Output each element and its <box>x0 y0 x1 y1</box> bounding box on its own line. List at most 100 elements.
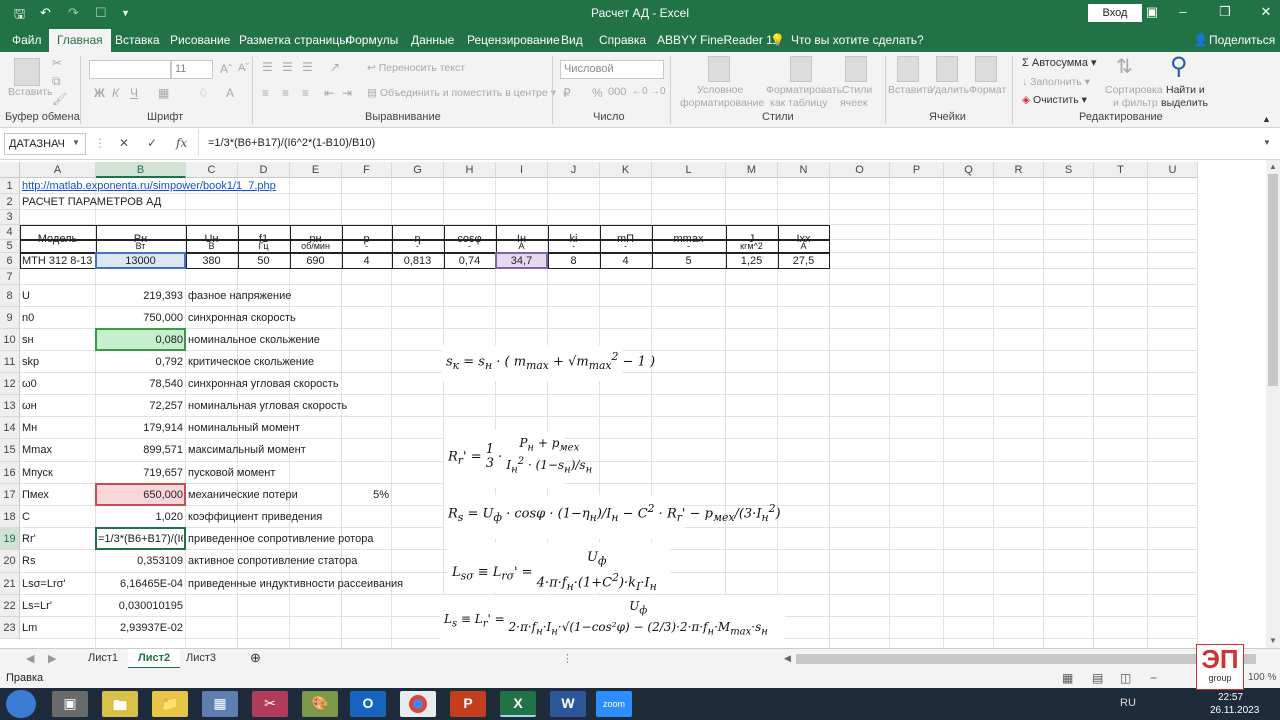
align-middle-icon[interactable]: ☰ <box>282 60 293 74</box>
cell-b8[interactable]: 219,393 <box>98 285 183 307</box>
cell-c8[interactable]: фазное напряжение <box>188 285 503 307</box>
tab-file[interactable]: Файл <box>12 33 42 47</box>
row-header-8[interactable]: 8 <box>0 285 20 307</box>
row-header-11[interactable]: 11 <box>0 351 20 373</box>
language-indicator[interactable]: RU <box>1120 697 1136 709</box>
delete-cells-icon[interactable] <box>936 56 958 82</box>
cell-i5[interactable]: А <box>498 240 545 253</box>
decrease-indent-icon[interactable]: ⇤ <box>324 86 334 100</box>
zoom-level[interactable]: 100 % <box>1248 672 1276 683</box>
format-table-line1[interactable]: Форматировать <box>766 84 842 96</box>
cell-d5[interactable]: Гц <box>240 240 287 253</box>
cell-b22[interactable]: 0,030010195 <box>98 595 183 617</box>
paste-button[interactable]: Вставить <box>8 86 53 98</box>
row-header-5[interactable]: 5 <box>0 240 20 253</box>
column-header-m[interactable]: M <box>726 162 778 178</box>
cond-format-line2[interactable]: форматирование <box>680 97 764 109</box>
merge-center-button[interactable]: ▤ Объединить и поместить в центре ▾ <box>367 87 556 99</box>
row-header-6[interactable]: 6 <box>0 253 20 269</box>
cell-k6[interactable]: 4 <box>602 253 649 269</box>
cell-styles-icon[interactable] <box>845 56 867 82</box>
taskbar-app-6[interactable]: 🎨 <box>302 691 338 717</box>
taskbar-excel[interactable]: X <box>500 691 536 717</box>
cell-a23[interactable]: Lm <box>22 617 93 639</box>
italic-icon[interactable]: К <box>112 86 119 100</box>
taskbar-app-4[interactable]: ▦ <box>202 691 238 717</box>
paste-icon[interactable] <box>14 58 40 86</box>
cell-c9[interactable]: синхронная скорость <box>188 307 503 329</box>
sort-filter-icon[interactable]: ⇅ <box>1116 54 1133 79</box>
format-as-table-icon[interactable] <box>790 56 812 82</box>
underline-icon[interactable]: Ч <box>130 86 138 100</box>
column-header-j[interactable]: J <box>548 162 600 178</box>
row-header-20[interactable]: 20 <box>0 550 20 573</box>
column-header-o[interactable]: O <box>830 162 890 178</box>
decrease-decimal-icon[interactable]: →0 <box>650 86 666 97</box>
cell-a13[interactable]: ωн <box>22 395 93 417</box>
cell-b12[interactable]: 78,540 <box>98 373 183 395</box>
cell-b15[interactable]: 899,571 <box>98 439 183 462</box>
cell-a14[interactable]: Mн <box>22 417 93 439</box>
cell-styles-line1[interactable]: Стили <box>842 84 872 96</box>
cell-b11[interactable]: 0,792 <box>98 351 183 373</box>
cell-f5[interactable]: - <box>344 240 389 253</box>
horizontal-scroll-thumb[interactable] <box>796 654 1256 664</box>
column-header-r[interactable]: R <box>994 162 1044 178</box>
column-header-s[interactable]: S <box>1044 162 1094 178</box>
tab-split-icon[interactable]: ⋮ <box>562 652 573 665</box>
column-header-d[interactable]: D <box>238 162 290 178</box>
borders-icon[interactable]: ▦ <box>158 86 169 100</box>
increase-decimal-icon[interactable]: ←0 <box>632 86 648 97</box>
row-header-1[interactable]: 1 <box>0 178 20 194</box>
cell-a18[interactable]: C <box>22 506 93 528</box>
cell-m5[interactable]: кгм^2 <box>728 240 775 253</box>
cell-j6[interactable]: 8 <box>550 253 597 269</box>
cell-a22[interactable]: Ls=Lr' <box>22 595 93 617</box>
hyperlink-cell[interactable]: http://matlab.exponenta.ru/simpower/book… <box>22 178 417 194</box>
format-table-line2[interactable]: как таблицу <box>770 97 828 109</box>
tab-abbyy[interactable]: ABBYY FineReader 11 <box>657 33 779 47</box>
column-header-i[interactable]: I <box>496 162 548 178</box>
font-size-box[interactable]: 11 <box>171 60 213 79</box>
cell-a17[interactable]: Пмех <box>22 484 93 506</box>
sheet-prev-icon[interactable]: ◀ <box>26 652 34 665</box>
cell-h5[interactable]: - <box>446 240 493 253</box>
cell-g6[interactable]: 0,813 <box>394 253 441 269</box>
start-button[interactable] <box>6 690 36 718</box>
page-break-icon[interactable]: ◫ <box>1120 671 1131 685</box>
clock-date[interactable]: 26.11.2023 <box>1210 705 1259 716</box>
cancel-icon[interactable]: ✕ <box>119 136 129 150</box>
sheet-tab-3[interactable]: Лист3 <box>186 652 216 664</box>
cell-c10[interactable]: номинальное скольжение <box>188 329 503 351</box>
cell-a6[interactable]: МТН 312 8-13 <box>22 253 93 269</box>
cell-b21[interactable]: 6,16465E-04 <box>98 573 183 595</box>
cell-m6[interactable]: 1,25 <box>728 253 775 269</box>
copy-icon[interactable]: ⧉ <box>52 74 61 89</box>
row-header-15[interactable]: 15 <box>0 439 20 462</box>
cell-b5[interactable]: Вт <box>98 240 183 253</box>
column-header-l[interactable]: L <box>652 162 726 178</box>
cell-c19[interactable]: приведенное сопротивление ротора <box>188 528 503 550</box>
cell-a8[interactable]: U <box>22 285 93 307</box>
cell-d6[interactable]: 50 <box>240 253 287 269</box>
row-header-9[interactable]: 9 <box>0 307 20 329</box>
row-header-16[interactable]: 16 <box>0 462 20 484</box>
cell-b6[interactable]: 13000 <box>98 253 183 269</box>
cell-b18[interactable]: 1,020 <box>98 506 183 528</box>
tab-data[interactable]: Данные <box>411 33 454 47</box>
tab-view[interactable]: Вид <box>561 33 583 47</box>
cell-a2[interactable]: РАСЧЕТ ПАРАМЕТРОВ АД <box>22 194 417 210</box>
column-header-t[interactable]: T <box>1094 162 1148 178</box>
percent-icon[interactable]: % <box>592 86 603 100</box>
cell-c5[interactable]: В <box>188 240 235 253</box>
column-header-a[interactable]: A <box>20 162 96 178</box>
maximize-button[interactable]: ❐ <box>1215 4 1235 20</box>
delete-cells-button[interactable]: Удалить <box>929 84 969 96</box>
vertical-scroll-thumb[interactable] <box>1268 174 1278 386</box>
cell-a15[interactable]: Mmax <box>22 439 93 462</box>
align-bottom-icon[interactable]: ☰ <box>302 60 313 74</box>
cell-e5[interactable]: об/мин <box>292 240 339 253</box>
cell-f17[interactable]: 5% <box>344 484 389 506</box>
format-cells-icon[interactable] <box>975 56 997 82</box>
minimize-button[interactable]: – <box>1173 4 1193 19</box>
